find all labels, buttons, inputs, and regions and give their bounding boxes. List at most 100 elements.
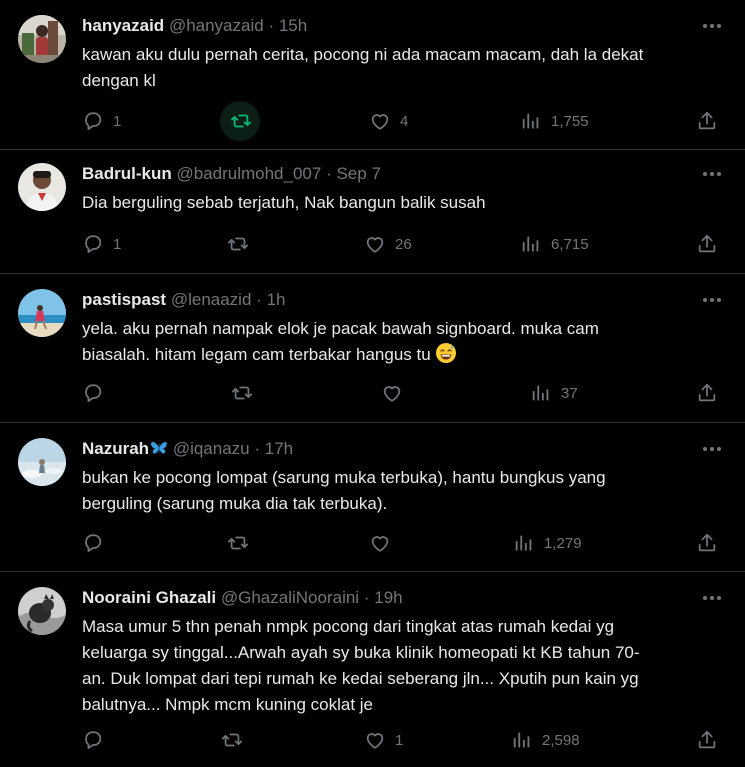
- retweet-icon: [226, 233, 250, 255]
- reply-icon: [82, 110, 104, 132]
- share-button[interactable]: [696, 728, 718, 752]
- user-handle[interactable]: @iqanazu: [173, 439, 250, 458]
- share-button[interactable]: [696, 531, 718, 555]
- action-bar: 1 4 1,755: [0, 101, 745, 141]
- avatar[interactable]: [18, 163, 66, 211]
- like-icon: [381, 382, 403, 404]
- display-name[interactable]: Badrul-kun: [82, 164, 172, 183]
- views-button[interactable]: 6,715: [520, 232, 589, 256]
- reply-button[interactable]: [82, 728, 113, 752]
- tweet[interactable]: Nazurah @iqanazu · 17h bukan ke pocong l…: [0, 423, 745, 572]
- tweet-text: yela. aku pernah nampak elok je pacak ba…: [82, 316, 722, 368]
- separator: ·: [326, 164, 332, 183]
- display-name[interactable]: pastispast: [82, 290, 166, 309]
- action-bar: 1 2,598: [0, 728, 745, 752]
- tweet[interactable]: hanyazaid @hanyazaid · 15h kawan aku dul…: [0, 0, 745, 150]
- user-handle[interactable]: @hanyazaid: [169, 16, 264, 35]
- user-handle[interactable]: @GhazaliNooraini: [221, 588, 359, 607]
- views-button[interactable]: 37: [530, 381, 578, 405]
- separator: ·: [254, 439, 261, 458]
- views-button[interactable]: 1,755: [520, 109, 589, 133]
- user-handle[interactable]: @lenaazid: [171, 290, 252, 309]
- retweet-icon: [220, 729, 244, 751]
- tweet-header: Badrul-kun @badrulmohd_007 · Sep 7: [82, 163, 381, 185]
- tweet-text: bukan ke pocong lompat (sarung muka terb…: [82, 468, 606, 513]
- share-icon: [696, 729, 718, 751]
- timestamp[interactable]: 15h: [279, 16, 307, 35]
- timestamp[interactable]: 17h: [265, 439, 293, 458]
- more-icon[interactable]: [701, 588, 723, 608]
- more-icon[interactable]: [701, 16, 723, 36]
- more-icon[interactable]: [701, 164, 723, 184]
- share-icon: [696, 233, 718, 255]
- action-bar: 1,279: [0, 531, 745, 555]
- timestamp[interactable]: 1h: [267, 290, 286, 309]
- timestamp[interactable]: Sep 7: [336, 164, 380, 183]
- retweet-button[interactable]: [230, 381, 263, 405]
- retweet-icon: [226, 532, 250, 554]
- user-handle[interactable]: @badrulmohd_007: [176, 164, 321, 183]
- more-icon[interactable]: [701, 439, 723, 459]
- butterfly-emoji: [150, 440, 168, 456]
- like-count: 26: [395, 235, 412, 253]
- views-icon: [520, 110, 542, 132]
- views-count: 37: [561, 384, 578, 402]
- tweet-header: Nazurah @iqanazu · 17h: [82, 438, 293, 460]
- tweet-text: kawan aku dulu pernah cerita, pocong ni …: [82, 45, 644, 90]
- reply-icon: [82, 233, 104, 255]
- reply-button[interactable]: [82, 531, 113, 555]
- like-icon: [364, 233, 386, 255]
- retweet-button[interactable]: [220, 728, 253, 752]
- like-count: 1: [395, 731, 404, 749]
- display-name[interactable]: Nooraini Ghazali: [82, 588, 216, 607]
- share-button[interactable]: [696, 232, 718, 256]
- timestamp[interactable]: 19h: [374, 588, 402, 607]
- tweet[interactable]: pastispast @lenaazid · 1h yela. aku pern…: [0, 274, 745, 423]
- tweet-text: Masa umur 5 thn penah nmpk pocong dari t…: [82, 617, 640, 714]
- reply-button[interactable]: 1: [82, 232, 121, 256]
- views-count: 1,279: [544, 534, 582, 552]
- share-icon: [696, 382, 718, 404]
- tweet[interactable]: Nooraini Ghazali @GhazaliNooraini · 19h …: [0, 572, 745, 767]
- sweat-smile-emoji: [435, 342, 457, 364]
- more-icon[interactable]: [701, 290, 723, 310]
- retweet-button[interactable]: [226, 531, 259, 555]
- reply-count: 1: [113, 235, 122, 253]
- share-button[interactable]: [696, 381, 718, 405]
- views-icon: [520, 233, 542, 255]
- avatar[interactable]: [18, 15, 66, 63]
- avatar[interactable]: [18, 587, 66, 635]
- share-icon: [696, 110, 718, 132]
- reply-count: 1: [113, 112, 122, 130]
- avatar[interactable]: [18, 438, 66, 486]
- like-button[interactable]: [381, 381, 412, 405]
- like-icon: [369, 110, 391, 132]
- like-button[interactable]: 4: [369, 109, 408, 133]
- like-count: 4: [400, 112, 409, 130]
- views-count: 2,598: [542, 731, 580, 749]
- like-button[interactable]: [369, 531, 400, 555]
- reply-button[interactable]: [82, 381, 113, 405]
- reply-feed: hanyazaid @hanyazaid · 15h kawan aku dul…: [0, 0, 745, 767]
- reply-icon: [82, 532, 104, 554]
- display-name[interactable]: Nazurah: [82, 439, 149, 458]
- like-button[interactable]: 26: [364, 232, 412, 256]
- like-button[interactable]: 1: [364, 728, 403, 752]
- reply-button[interactable]: 1: [82, 109, 121, 133]
- views-button[interactable]: 2,598: [511, 728, 580, 752]
- tweet[interactable]: Badrul-kun @badrulmohd_007 · Sep 7 Dia b…: [0, 150, 745, 274]
- action-bar: 1 26 6,715: [0, 232, 745, 256]
- tweet-text: Dia berguling sebab terjatuh, Nak bangun…: [82, 193, 486, 212]
- retweet-icon: [230, 382, 254, 404]
- views-count: 6,715: [551, 235, 589, 253]
- views-button[interactable]: 1,279: [513, 531, 582, 555]
- display-name[interactable]: hanyazaid: [82, 16, 164, 35]
- reply-icon: [82, 729, 104, 751]
- retweet-icon: [229, 110, 253, 132]
- action-bar: 37: [0, 381, 745, 405]
- retweet-button[interactable]: [226, 232, 259, 256]
- share-button[interactable]: [696, 109, 718, 133]
- avatar[interactable]: [18, 289, 66, 337]
- views-count: 1,755: [551, 112, 589, 130]
- retweet-button[interactable]: [229, 109, 262, 133]
